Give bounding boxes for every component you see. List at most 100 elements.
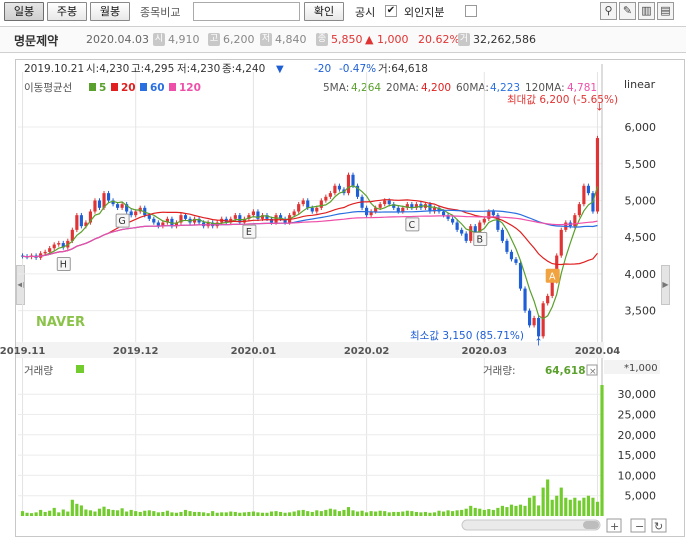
candle-body xyxy=(315,207,319,212)
candle-body xyxy=(134,211,138,216)
price-tick-label: 4,000 xyxy=(625,268,657,281)
candle-body xyxy=(301,200,305,205)
marker-label: H xyxy=(60,259,67,270)
candle-body xyxy=(183,215,188,219)
volume-bar xyxy=(161,511,165,516)
volume-legend-swatch xyxy=(76,365,84,373)
ma20-legend: 20 xyxy=(121,82,136,94)
candle-body xyxy=(487,211,491,219)
volume-bar xyxy=(170,512,174,516)
price-tick-label: 4,500 xyxy=(625,231,657,244)
candle-body xyxy=(346,174,351,194)
volume-bar xyxy=(518,504,523,516)
chart-scrollbar[interactable] xyxy=(461,519,601,531)
candle-body xyxy=(541,303,545,337)
volume-value-display: 64,618 xyxy=(545,365,586,377)
scale-label[interactable]: linear xyxy=(624,78,656,91)
info-open: 시:4,230 xyxy=(86,63,129,75)
volume-bar xyxy=(555,495,559,516)
candle-body xyxy=(514,259,518,263)
chart-scrollbar-thumb[interactable] xyxy=(583,521,599,529)
candle-body xyxy=(52,244,56,249)
candle-body xyxy=(378,204,382,208)
volume-bar xyxy=(360,510,364,516)
info-date: 2019.10.21 xyxy=(24,63,84,75)
volume-bar xyxy=(251,511,255,516)
candle-body xyxy=(532,317,536,326)
volume-bar xyxy=(410,511,414,516)
volume-bar xyxy=(120,508,124,516)
volume-bar xyxy=(260,512,265,516)
volume-bar xyxy=(509,504,514,516)
volume-tick-label: 20,000 xyxy=(618,429,657,442)
volume-bar xyxy=(134,511,138,516)
volume-bar xyxy=(428,512,432,516)
volume-bar xyxy=(586,495,591,516)
volume-bar xyxy=(39,509,43,516)
ma60-legend-swatch xyxy=(140,83,147,91)
volume-bar xyxy=(278,511,283,516)
volume-bar xyxy=(297,510,301,516)
volume-bar xyxy=(206,513,210,516)
volume-bar xyxy=(224,512,228,516)
price-tick-label: 5,500 xyxy=(625,158,657,171)
candle-body xyxy=(57,243,61,245)
volume-bar xyxy=(310,511,314,516)
candle-body xyxy=(387,200,391,205)
volume-bar xyxy=(396,511,400,516)
candle-body xyxy=(523,288,527,311)
candle-body xyxy=(527,310,532,326)
candle-body xyxy=(48,248,52,252)
candle-body xyxy=(147,215,151,219)
volume-bar xyxy=(600,385,604,516)
date-tick-label: 2019.11 xyxy=(0,346,45,357)
volume-bar xyxy=(202,512,206,516)
candle-body xyxy=(333,185,337,194)
candle-body xyxy=(577,204,581,216)
ma5-legend-swatch xyxy=(89,83,96,91)
volume-bar xyxy=(387,512,391,516)
refresh-icon: ↻ xyxy=(654,520,663,533)
volume-bar xyxy=(527,497,532,516)
ma5-legend: 5 xyxy=(99,82,106,94)
volume-bar xyxy=(473,507,477,516)
candle-body xyxy=(274,215,278,223)
candle-body xyxy=(396,207,400,212)
volume-bar xyxy=(342,509,346,516)
volume-multiplier: *1,000 xyxy=(624,363,658,374)
volume-bar xyxy=(301,509,305,516)
volume-bar xyxy=(482,509,486,516)
volume-bar xyxy=(324,509,328,516)
volume-bar xyxy=(591,497,595,516)
volume-bar xyxy=(220,512,224,516)
ma60-value: 4,223 xyxy=(490,82,520,94)
candle-body xyxy=(559,229,563,256)
volume-bar xyxy=(496,507,500,516)
ma20-legend-swatch xyxy=(111,83,118,91)
candle-body xyxy=(509,251,514,260)
volume-bar xyxy=(573,497,577,516)
candle-body xyxy=(595,138,600,212)
candle-body xyxy=(306,200,310,208)
ma60-legend: 60 xyxy=(150,82,165,94)
volume-bar xyxy=(116,510,120,516)
volume-bar xyxy=(102,506,106,516)
marker-label: B xyxy=(477,235,484,246)
volume-bar xyxy=(541,487,545,516)
candle-body xyxy=(491,211,495,216)
volume-bar xyxy=(564,497,568,516)
date-axis-band xyxy=(16,342,604,358)
candle-body xyxy=(500,229,504,241)
candle-body xyxy=(573,215,577,227)
min-annotation: 최소값 3,150 (85.71%) xyxy=(410,330,524,342)
ma20-value: 4,200 xyxy=(421,82,451,94)
volume-bar xyxy=(156,512,160,516)
volume-bar xyxy=(537,505,541,516)
ma120-value-label: 120MA: xyxy=(525,82,565,94)
volume-bar xyxy=(487,509,491,516)
volume-bar xyxy=(559,487,563,516)
candle-body xyxy=(582,185,586,205)
candle-body xyxy=(79,215,83,227)
close-icon: × xyxy=(589,367,597,377)
candle-body xyxy=(351,174,355,186)
